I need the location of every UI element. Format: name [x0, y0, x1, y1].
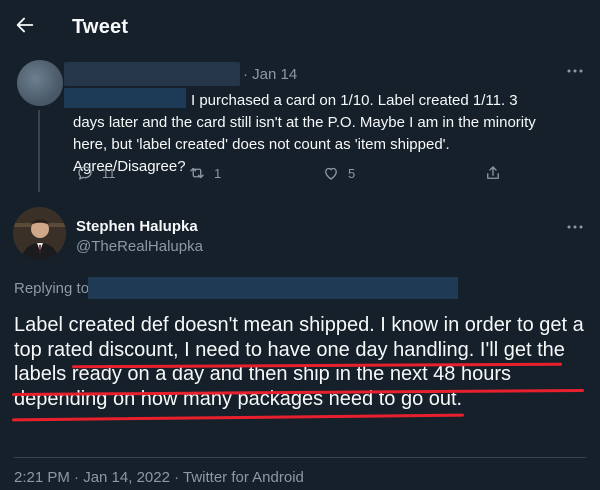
- redacted-author-name: [64, 62, 240, 86]
- tweet-timestamp[interactable]: 2:21 PM · Jan 14, 2022 · Twitter for And…: [14, 469, 304, 486]
- retweet-count: 1: [214, 165, 222, 181]
- redacted-reply-target: [88, 277, 458, 299]
- parent-tweet-text: I purchased a card on 1/10. Label create…: [73, 92, 536, 175]
- retweet-icon: [190, 167, 204, 179]
- author-avatar[interactable]: [13, 207, 66, 260]
- reply-icon: [78, 166, 92, 180]
- parent-avatar[interactable]: [17, 60, 63, 106]
- author-name[interactable]: Stephen Halupka: [76, 218, 198, 235]
- reply-button[interactable]: 11: [76, 163, 116, 183]
- retweet-button[interactable]: 1: [188, 163, 221, 183]
- annotation-underline: [11, 413, 465, 422]
- like-button[interactable]: 5: [322, 163, 355, 183]
- author-handle[interactable]: @TheRealHalupka: [76, 238, 203, 255]
- thread-connector: [38, 110, 40, 192]
- more-icon[interactable]: [566, 64, 584, 78]
- parent-tweet-date[interactable]: · Jan 14: [243, 66, 297, 83]
- divider: [14, 457, 586, 458]
- more-icon[interactable]: [566, 220, 584, 234]
- share-icon: [487, 166, 499, 179]
- like-icon: [325, 167, 337, 180]
- page-title: Tweet: [72, 16, 129, 38]
- reply-count: 11: [102, 165, 116, 181]
- like-count: 5: [348, 165, 356, 181]
- back-arrow-icon[interactable]: [14, 14, 36, 36]
- replying-to-label: Replying to: [14, 280, 90, 297]
- share-button[interactable]: [484, 163, 502, 183]
